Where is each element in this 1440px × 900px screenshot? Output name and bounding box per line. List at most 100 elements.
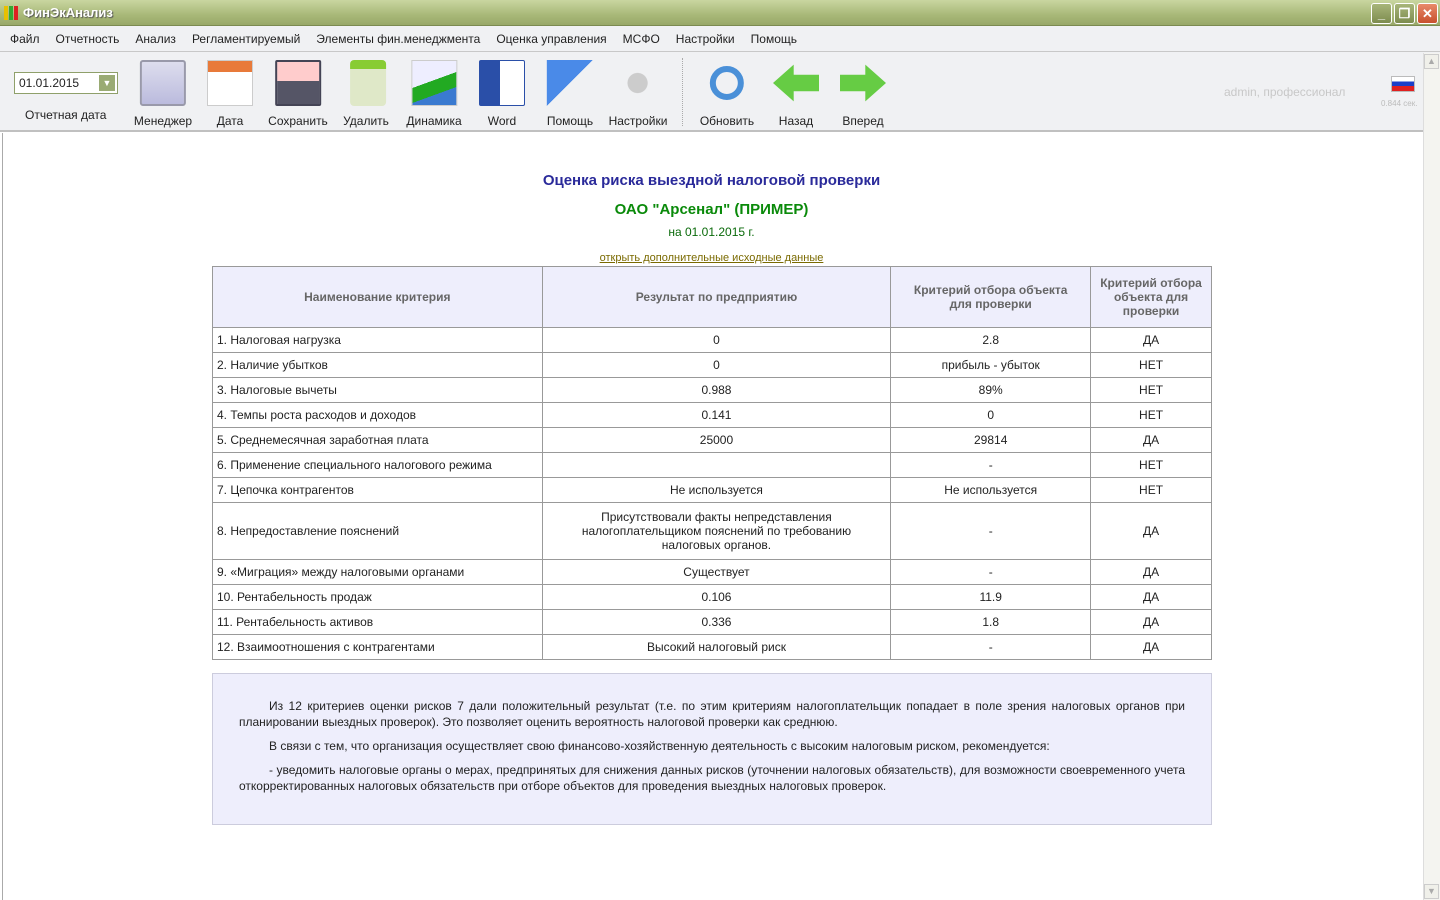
threshold-value: 2.8 xyxy=(890,327,1092,353)
criterion-name: 1. Налоговая нагрузка xyxy=(212,327,543,353)
threshold-value: 11.9 xyxy=(890,584,1092,610)
selected-flag: НЕТ xyxy=(1090,352,1212,378)
report-title: Оценка риска выездной налоговой проверки xyxy=(542,172,881,189)
table-row: 10. Рентабельность продаж 0.106 11.9 ДА xyxy=(212,584,1212,610)
criterion-name: 11. Рентабельность активов xyxy=(212,609,543,635)
toolbar-button-0[interactable]: Менеджер xyxy=(134,52,192,128)
criterion-name: 2. Наличие убытков xyxy=(212,352,543,378)
table-row: 9. «Миграция» между налоговыми органами С… xyxy=(212,559,1212,585)
russian-flag-icon[interactable] xyxy=(1391,76,1415,92)
menu-item[interactable]: Регламентируемый xyxy=(192,32,300,46)
load-time: 0.844 сек. xyxy=(1381,99,1418,108)
result-value: 0.106 xyxy=(541,584,892,610)
selected-flag: ДА xyxy=(1090,559,1212,585)
toolbar-button-label: Удалить xyxy=(343,114,389,128)
toolbar-button-2[interactable]: Сохранить xyxy=(268,52,328,128)
selected-flag: ДА xyxy=(1090,502,1212,560)
threshold-value: 29814 xyxy=(890,427,1092,453)
selected-flag: ДА xyxy=(1090,634,1212,660)
criterion-name: 6. Применение специального налогового ре… xyxy=(212,452,543,478)
menu-item[interactable]: Оценка управления xyxy=(496,32,606,46)
toolbar-button-3[interactable]: Удалить xyxy=(343,52,389,128)
table-row: 3. Налоговые вычеты 0.988 89% НЕТ xyxy=(212,377,1212,403)
toolbar-button-label: Динамика xyxy=(406,114,462,128)
close-button[interactable]: ✕ xyxy=(1417,3,1438,24)
toolbar-button-label: Word xyxy=(487,114,517,128)
selected-flag: ДА xyxy=(1090,609,1212,635)
selected-flag: НЕТ xyxy=(1090,452,1212,478)
threshold-value: - xyxy=(890,634,1092,660)
menu-bar: Файл Отчетность Анализ Регламентируемый Элем… xyxy=(0,26,1440,52)
restore-button[interactable]: ❐ xyxy=(1394,3,1415,24)
toolbar-button-label: Вперед xyxy=(842,114,884,128)
selected-flag: НЕТ xyxy=(1090,477,1212,503)
result-value: 0 xyxy=(541,352,892,378)
criterion-name: 12. Взаимоотношения с контрагентами xyxy=(212,634,543,660)
criterion-name: 7. Цепочка контрагентов xyxy=(212,477,543,503)
app-icon xyxy=(4,5,18,20)
title-bar: ФинЭкАнализ xyxy=(0,0,1440,26)
threshold-value: 0 xyxy=(890,402,1092,428)
table-row: 12. Взаимоотношения с контрагентами Высок… xyxy=(212,634,1212,660)
result-value: Высокий налоговый риск xyxy=(541,634,892,660)
toolbar-button-1[interactable]: Дата xyxy=(207,52,253,128)
menu-item[interactable]: МСФО xyxy=(623,32,660,46)
word-button[interactable]: Word xyxy=(479,52,525,128)
menu-item[interactable]: Файл xyxy=(10,32,40,46)
vertical-scrollbar[interactable]: ▲ ▼ xyxy=(1423,53,1440,900)
menu-item[interactable]: Помощь xyxy=(751,32,797,46)
toolbar-button-label: Сохранить xyxy=(268,114,328,128)
report-date-label: Отчетная дата xyxy=(25,108,107,122)
threshold-value: - xyxy=(890,559,1092,585)
criterion-name: 9. «Миграция» между налоговыми органами xyxy=(212,559,543,585)
minimize-button[interactable]: _ xyxy=(1371,3,1392,24)
menu-item[interactable]: Настройки xyxy=(676,32,735,46)
table-row: 8. Непредоставление пояснений Присутствов… xyxy=(212,502,1212,560)
threshold-value: 89% xyxy=(890,377,1092,403)
menu-item[interactable]: Отчетность xyxy=(56,32,120,46)
table-row: 6. Применение специального налогового ре… xyxy=(212,452,1212,478)
header-selected: Критерий отбора объекта для проверки xyxy=(1090,266,1212,328)
conclusion-text: - уведомить налоговые органы о мерах, пр… xyxy=(239,763,1185,793)
toolbar-button-8[interactable]: Обновить xyxy=(700,52,754,128)
header-threshold: Критерий отбора объекта для проверки xyxy=(890,266,1092,328)
selected-flag: ДА xyxy=(1090,427,1212,453)
criterion-name: 4. Темпы роста расходов и доходов xyxy=(212,402,543,428)
conclusion-box: Из 12 критериев оценки рисков 7 дали пол… xyxy=(212,673,1212,825)
arrow-left-icon xyxy=(773,64,819,102)
toolbar-button-label: Помощь xyxy=(546,114,594,128)
threshold-value: - xyxy=(890,502,1092,560)
company-name: ОАО "Арсенал" (ПРИМЕР) xyxy=(614,201,809,218)
toolbar-button-7[interactable]: Настройки xyxy=(609,52,667,128)
threshold-value: прибыль - убыток xyxy=(890,352,1092,378)
table-row: 4. Темпы роста расходов и доходов 0.141 0 Н… xyxy=(212,402,1212,428)
result-value: Присутствовали факты непредставления нал… xyxy=(541,502,892,560)
window-title: ФинЭкАнализ xyxy=(23,5,113,20)
criterion-name: 8. Непредоставление пояснений xyxy=(212,502,543,560)
floppy-icon xyxy=(274,60,321,106)
result-value: Существует xyxy=(541,559,892,585)
flag-icon xyxy=(546,60,593,106)
toolbar-button-6[interactable]: Помощь xyxy=(547,52,593,128)
toolbar: 01.01.2015 ▼ Отчетная дата Менеджер Дата С… xyxy=(0,52,1440,132)
menu-item[interactable]: Анализ xyxy=(135,32,176,46)
manager-icon xyxy=(140,60,186,106)
threshold-value: Не используется xyxy=(890,477,1092,503)
toolbar-button-9[interactable]: Назад xyxy=(773,52,819,128)
criterion-name: 5. Среднемесячная заработная плата xyxy=(212,427,543,453)
header-criterion: Наименование критерия xyxy=(212,266,543,328)
toolbar-button-4[interactable]: Динамика xyxy=(406,52,462,128)
report-date-select[interactable]: 01.01.2015 ▼ xyxy=(14,72,118,94)
table-row: 1. Налоговая нагрузка 0 2.8 ДА xyxy=(212,327,1212,353)
toolbar-button-label: Назад xyxy=(778,114,814,128)
criterion-name: 10. Рентабельность продаж xyxy=(212,584,543,610)
report-date-value: 01.01.2015 xyxy=(19,76,80,90)
open-additional-data-link[interactable]: открыть дополнительные исходные данные xyxy=(3,252,1420,264)
toolbar-button-10[interactable]: Вперед xyxy=(840,52,886,128)
toolbar-button-label: Обновить xyxy=(699,114,755,128)
criteria-table: Наименование критерия Результат по предп… xyxy=(212,266,1212,660)
refresh-icon xyxy=(710,66,744,100)
menu-item[interactable]: Элементы фин.менеджмента xyxy=(316,32,480,46)
report-date: на 01.01.2015 г. xyxy=(668,225,755,239)
chevron-down-icon[interactable]: ▼ xyxy=(99,75,115,91)
